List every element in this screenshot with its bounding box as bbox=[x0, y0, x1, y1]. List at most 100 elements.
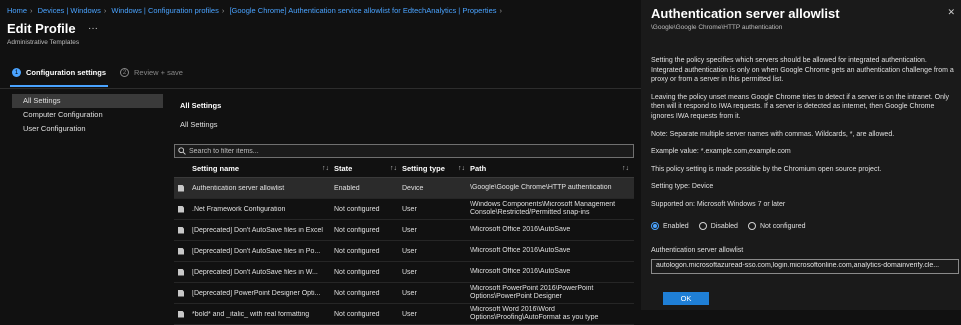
setting-type-cell: User bbox=[402, 289, 417, 297]
state-cell: Not configured bbox=[334, 268, 380, 276]
setting-name-cell: [Deprecated] PowerPoint Designer Opti... bbox=[192, 289, 321, 297]
setting-name-cell: [Deprecated] Don't AutoSave files in Exc… bbox=[192, 226, 323, 234]
document-icon bbox=[178, 247, 184, 255]
table-row[interactable]: [Deprecated] Don't AutoSave files in Exc… bbox=[174, 220, 634, 241]
column-header-setting-name[interactable]: Setting name ↑↓ bbox=[192, 160, 334, 177]
setting-type-cell: User bbox=[402, 268, 417, 276]
document-icon bbox=[178, 184, 184, 192]
column-header-path[interactable]: Path ↑↓ bbox=[470, 160, 634, 177]
nav-item-computer-configuration[interactable]: Computer Configuration bbox=[12, 108, 163, 122]
table-row[interactable]: .Net Framework Configuration Not configu… bbox=[174, 199, 634, 220]
table-row[interactable]: [Deprecated] Don't AutoSave files in W..… bbox=[174, 262, 634, 283]
description-paragraph: Note: Separate multiple server names wit… bbox=[651, 130, 895, 138]
state-cell: Not configured bbox=[334, 310, 380, 318]
divider bbox=[0, 88, 641, 89]
settings-table: Setting name ↑↓ State ↑↓ Setting type ↑↓ Pa… bbox=[174, 160, 634, 325]
path-cell: \Microsoft Office 2016\AutoSave bbox=[470, 267, 571, 275]
breadcrumb: Home › Devices | Windows › Windows | Confi… bbox=[7, 6, 505, 15]
table-row[interactable]: *bold* and _italic_ with real formatting… bbox=[174, 304, 634, 325]
table-header: Setting name ↑↓ State ↑↓ Setting type ↑↓ Pa… bbox=[174, 160, 634, 178]
radio-label: Disabled bbox=[710, 222, 738, 230]
sort-icon[interactable]: ↑↓ bbox=[322, 160, 329, 177]
sort-icon[interactable]: ↑↓ bbox=[458, 160, 465, 177]
path-cell: \Microsoft PowerPoint 2016\PowerPoint Op… bbox=[470, 284, 594, 301]
row-icon-cell bbox=[174, 226, 192, 234]
sort-icon[interactable]: ↑↓ bbox=[390, 160, 397, 177]
section-subtitle: All Settings bbox=[180, 120, 218, 129]
step-review-save[interactable]: 2 Review + save bbox=[120, 68, 183, 77]
radio-disabled[interactable]: Disabled bbox=[698, 222, 738, 230]
state-cell: Not configured bbox=[334, 247, 380, 255]
radio-not-configured[interactable]: Not configured bbox=[747, 222, 806, 230]
more-options-icon[interactable]: ··· bbox=[88, 23, 98, 34]
ok-button[interactable]: OK bbox=[663, 292, 709, 305]
filter-input[interactable] bbox=[189, 147, 609, 155]
description-paragraph: Example value: *.example.com,example.com bbox=[651, 148, 791, 156]
breadcrumb-profile-properties[interactable]: [Google Chrome] Authentication service a… bbox=[229, 6, 496, 15]
setting-name-cell: .Net Framework Configuration bbox=[192, 205, 286, 213]
breadcrumb-configuration-profiles[interactable]: Windows | Configuration profiles bbox=[111, 6, 218, 15]
column-header-label: State bbox=[334, 164, 353, 173]
setting-type-cell: User bbox=[402, 226, 417, 234]
sort-icon[interactable]: ↑↓ bbox=[622, 160, 629, 177]
document-icon bbox=[178, 205, 184, 213]
radio-label: Not configured bbox=[759, 222, 806, 230]
setting-type-text: Setting type: Device bbox=[651, 183, 714, 191]
nav-item-all-settings[interactable]: All Settings bbox=[12, 94, 163, 108]
radio-selected-icon bbox=[651, 222, 659, 230]
breadcrumb-home[interactable]: Home bbox=[7, 6, 27, 15]
field-label: Authentication server allowlist bbox=[651, 247, 744, 254]
setting-name-cell: *bold* and _italic_ with real formatting bbox=[192, 310, 310, 318]
setting-name-cell: [Deprecated] Don't AutoSave files in Po.… bbox=[192, 247, 321, 255]
filter-box[interactable] bbox=[174, 144, 634, 158]
row-icon-cell bbox=[174, 184, 192, 192]
description-paragraph: Setting the policy specifies which serve… bbox=[651, 57, 954, 84]
column-header-state[interactable]: State ↑↓ bbox=[334, 160, 402, 177]
step-number: 1 bbox=[12, 68, 21, 77]
nav-item-user-configuration[interactable]: User Configuration bbox=[12, 122, 163, 136]
table-row[interactable]: Authentication server allowlist Enabled … bbox=[174, 178, 634, 199]
breadcrumb-devices-windows[interactable]: Devices | Windows bbox=[38, 6, 101, 15]
supported-on-text: Supported on: Microsoft Windows 7 or lat… bbox=[651, 200, 786, 208]
table-row[interactable]: [Deprecated] PowerPoint Designer Opti...… bbox=[174, 283, 634, 304]
radio-unselected-icon bbox=[747, 222, 756, 230]
page-subtitle: Administrative Templates bbox=[7, 39, 80, 46]
server-allowlist-field[interactable] bbox=[651, 259, 959, 274]
panel-title: Authentication server allowlist bbox=[651, 6, 840, 21]
document-icon bbox=[178, 226, 184, 234]
section-title: All Settings bbox=[180, 101, 222, 110]
breadcrumb-separator: › bbox=[30, 6, 33, 15]
settings-nav: All Settings Computer Configuration User… bbox=[12, 94, 163, 136]
setting-type-cell: User bbox=[402, 247, 417, 255]
header-icon-column bbox=[174, 160, 192, 177]
table-row[interactable]: [Deprecated] Don't AutoSave files in Po.… bbox=[174, 241, 634, 262]
server-allowlist-input[interactable] bbox=[652, 260, 958, 271]
row-icon-cell bbox=[174, 247, 192, 255]
active-step-indicator bbox=[10, 85, 108, 87]
search-icon bbox=[178, 147, 186, 155]
state-cell: Not configured bbox=[334, 289, 380, 297]
breadcrumb-separator: › bbox=[499, 6, 503, 15]
description-paragraph: This policy setting is made possible by … bbox=[651, 165, 882, 173]
row-icon-cell bbox=[174, 289, 192, 297]
document-icon bbox=[178, 310, 184, 318]
wizard-steps: 1 Configuration settings 2 Review + save bbox=[12, 68, 183, 77]
breadcrumb-separator: › bbox=[221, 6, 225, 15]
setting-detail-panel: Authentication server allowlist ✕ \Googl… bbox=[641, 0, 961, 310]
path-cell: \Microsoft Word 2016\Word Options\Proofi… bbox=[470, 305, 599, 322]
panel-path: \Google\Google Chrome\HTTP authenticatio… bbox=[651, 24, 783, 31]
main-pane: Home › Devices | Windows › Windows | Confi… bbox=[0, 0, 641, 325]
setting-type-cell: Device bbox=[402, 184, 424, 192]
setting-name-cell: Authentication server allowlist bbox=[192, 184, 285, 192]
close-icon[interactable]: ✕ bbox=[947, 7, 955, 18]
step-configuration-settings[interactable]: 1 Configuration settings bbox=[12, 68, 106, 77]
path-cell: \Windows Components\Microsoft Management… bbox=[470, 200, 616, 217]
column-header-setting-type[interactable]: Setting type ↑↓ bbox=[402, 160, 470, 177]
breadcrumb-separator: › bbox=[103, 6, 107, 15]
step-number: 2 bbox=[120, 68, 129, 77]
setting-type-cell: User bbox=[402, 205, 417, 213]
description-paragraph: Leaving the policy unset means Google Ch… bbox=[651, 93, 950, 120]
state-cell: Not configured bbox=[334, 226, 380, 234]
radio-enabled[interactable]: Enabled bbox=[651, 222, 689, 230]
state-cell: Not configured bbox=[334, 205, 380, 213]
